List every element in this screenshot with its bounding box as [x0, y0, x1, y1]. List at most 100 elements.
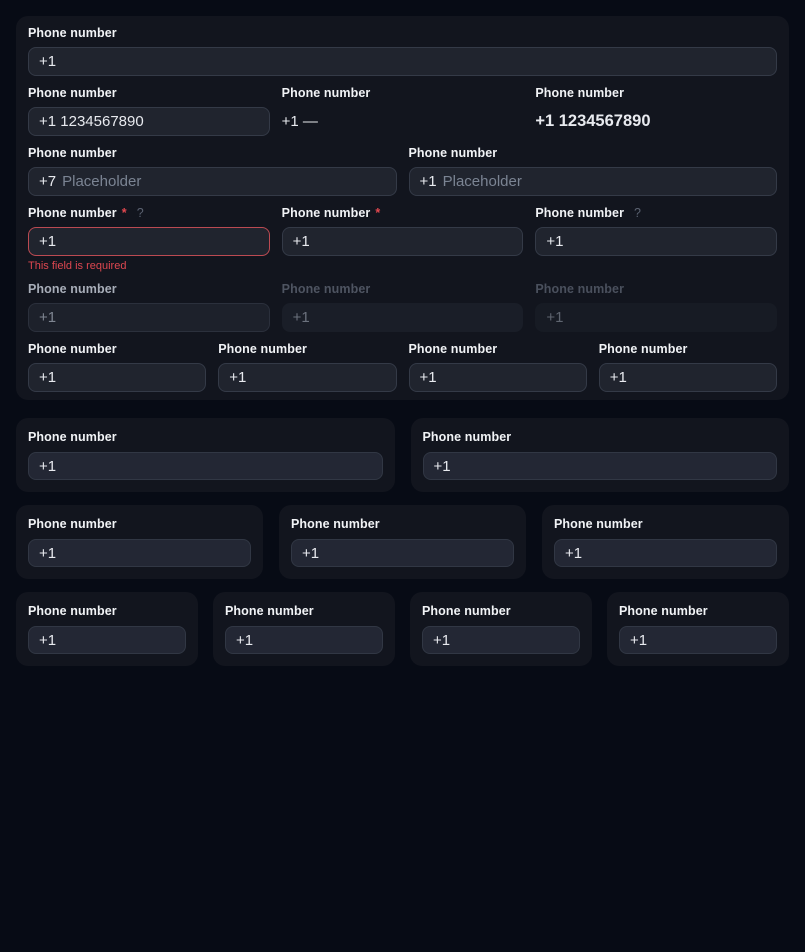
- phone-label: Phone number: [28, 430, 383, 444]
- phone-value: +1: [610, 369, 627, 386]
- phone-input-error[interactable]: +1: [28, 227, 270, 256]
- phone-input[interactable]: +1: [218, 363, 396, 392]
- phone-field: Phone number +7 Placeholder: [28, 146, 397, 196]
- phone-label: Phone number: [28, 146, 397, 160]
- phone-input[interactable]: +1 Placeholder: [409, 167, 778, 196]
- help-question-icon[interactable]: ?: [137, 206, 144, 220]
- phone-field-help: Phone number ? +1: [535, 206, 777, 272]
- phone-value: +1: [39, 233, 56, 250]
- dial-code-prefix: +7: [39, 173, 56, 190]
- phone-input[interactable]: +1: [535, 227, 777, 256]
- phone-value: +1: [39, 458, 56, 475]
- phone-field: Phone number +1 Placeholder: [409, 146, 778, 196]
- phone-input[interactable]: +1: [409, 363, 587, 392]
- phone-field: Phone number +1: [218, 342, 396, 392]
- phone-field-disabled: Phone number +1: [282, 282, 524, 332]
- phone-input[interactable]: +1: [554, 539, 777, 567]
- phone-input[interactable]: +1: [225, 626, 383, 654]
- phone-field: Phone number +1: [28, 26, 777, 76]
- phone-value: +1: [39, 545, 56, 562]
- phone-card: Phone number +1: [279, 505, 526, 579]
- phone-card: Phone number +1: [410, 592, 592, 666]
- phone-input[interactable]: +1: [28, 47, 777, 76]
- phone-placeholder: Placeholder: [62, 173, 141, 190]
- phone-input-disabled: +1: [28, 303, 270, 332]
- phone-input[interactable]: +1: [28, 452, 383, 480]
- error-message: This field is required: [28, 261, 270, 272]
- row-placeholders: Phone number +7 Placeholder Phone number…: [28, 146, 777, 196]
- phone-value: +1: [630, 632, 647, 649]
- phone-input[interactable]: +1 1234567890: [28, 107, 270, 136]
- phone-value: +1: [546, 233, 563, 250]
- phone-value: +1: [236, 632, 253, 649]
- phone-value: +1: [293, 233, 310, 250]
- phone-value: +1 1234567890: [39, 113, 144, 130]
- phone-label: Phone number: [28, 517, 251, 531]
- phone-label: Phone number *: [282, 206, 524, 220]
- required-asterisk: *: [375, 206, 380, 220]
- row-validation: Phone number * ? +1 This field is requir…: [28, 206, 777, 272]
- phone-value: +1: [39, 369, 56, 386]
- phone-label: Phone number: [554, 517, 777, 531]
- phone-value: +1: [433, 632, 450, 649]
- phone-label: Phone number: [599, 342, 777, 356]
- phone-input-disabled: +1: [535, 303, 777, 332]
- phone-value: +1: [420, 369, 437, 386]
- phone-input[interactable]: +1: [291, 539, 514, 567]
- phone-card: Phone number +1: [607, 592, 789, 666]
- phone-input[interactable]: +7 Placeholder: [28, 167, 397, 196]
- phone-input[interactable]: +1: [423, 452, 778, 480]
- cards-row-two: Phone number +1 Phone number +1: [16, 418, 789, 492]
- phone-label: Phone number: [28, 282, 270, 296]
- phone-input[interactable]: +1: [422, 626, 580, 654]
- phone-input-disabled: +1: [282, 303, 524, 332]
- phone-card: Phone number +1: [16, 592, 198, 666]
- phone-label: Phone number: [422, 604, 580, 618]
- phone-field-readonly: Phone number +1 —: [282, 86, 524, 136]
- phone-field-readonly: Phone number +1 1234567890: [535, 86, 777, 136]
- required-asterisk: *: [122, 206, 127, 220]
- row-disabled: Phone number +1 Phone number +1 Phone nu…: [28, 282, 777, 332]
- phone-value: +1: [39, 309, 56, 326]
- phone-value: +1: [293, 309, 310, 326]
- phone-value: +1: [302, 545, 319, 562]
- phone-field-panel: Phone number +1 Phone number +1 12345678…: [16, 16, 789, 400]
- phone-label: Phone number: [619, 604, 777, 618]
- phone-input[interactable]: +1: [28, 626, 186, 654]
- help-question-icon[interactable]: ?: [634, 206, 641, 220]
- phone-label: Phone number: [535, 86, 777, 100]
- phone-label: Phone number: [282, 86, 524, 100]
- phone-placeholder: Placeholder: [443, 173, 522, 190]
- phone-field-disabled: Phone number +1: [535, 282, 777, 332]
- phone-label: Phone number: [291, 517, 514, 531]
- phone-input[interactable]: +1: [619, 626, 777, 654]
- phone-label: Phone number: [409, 342, 587, 356]
- phone-value: +1: [546, 309, 563, 326]
- phone-input[interactable]: +1: [599, 363, 777, 392]
- phone-value: +1: [434, 458, 451, 475]
- phone-field: Phone number +1 1234567890: [28, 86, 270, 136]
- phone-label: Phone number: [28, 604, 186, 618]
- phone-label: Phone number: [423, 430, 778, 444]
- phone-card: Phone number +1: [16, 505, 263, 579]
- phone-card: Phone number +1: [542, 505, 789, 579]
- phone-label: Phone number * ?: [28, 206, 270, 220]
- phone-label: Phone number: [282, 282, 524, 296]
- dial-code-prefix: +1: [420, 173, 437, 190]
- row-value-variants: Phone number +1 1234567890 Phone number …: [28, 86, 777, 136]
- phone-input[interactable]: +1: [28, 539, 251, 567]
- phone-readonly-value: +1 —: [282, 107, 524, 136]
- phone-card: Phone number +1: [213, 592, 395, 666]
- cards-row-three: Phone number +1 Phone number +1 Phone nu…: [16, 505, 789, 579]
- cards-row-four: Phone number +1 Phone number +1 Phone nu…: [16, 592, 789, 666]
- phone-field: Phone number +1: [28, 342, 206, 392]
- phone-field-disabled: Phone number +1: [28, 282, 270, 332]
- phone-input[interactable]: +1: [28, 363, 206, 392]
- phone-label: Phone number ?: [535, 206, 777, 220]
- phone-value: +1: [565, 545, 582, 562]
- phone-card: Phone number +1: [411, 418, 790, 492]
- phone-input[interactable]: +1: [282, 227, 524, 256]
- phone-field-required: Phone number * +1: [282, 206, 524, 272]
- phone-value: +1: [39, 632, 56, 649]
- phone-value: +1: [229, 369, 246, 386]
